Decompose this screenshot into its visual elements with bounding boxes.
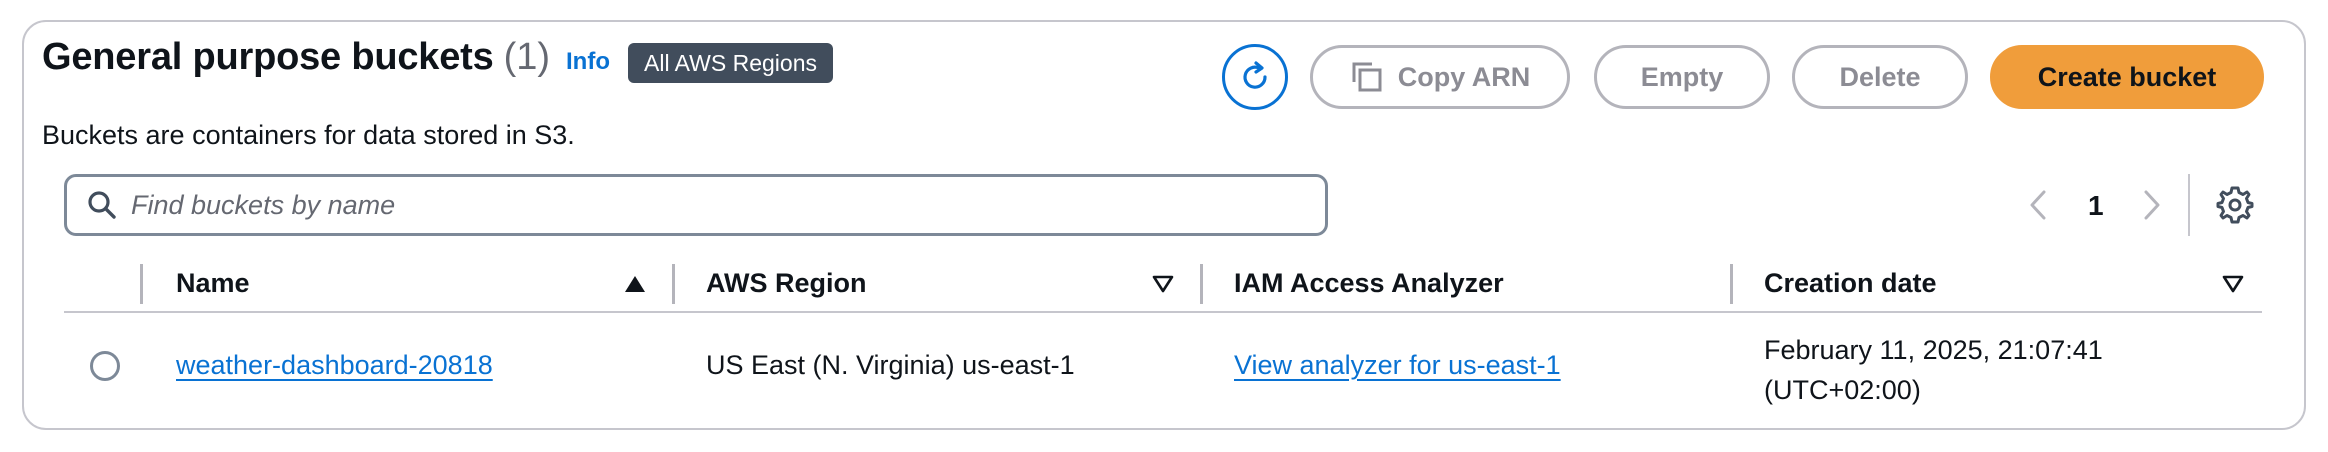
bucket-name-link[interactable]: weather-dashboard-20818 (176, 350, 493, 381)
bucket-count: (1) (503, 36, 551, 78)
column-divider[interactable] (672, 264, 675, 304)
column-divider (140, 264, 143, 304)
page-title: General purpose buckets (42, 36, 494, 78)
chevron-right-icon (2144, 190, 2160, 220)
gear-icon (2216, 186, 2254, 224)
previous-page-button[interactable] (2026, 188, 2050, 227)
create-bucket-button[interactable]: Create bucket (1990, 45, 2264, 109)
region-badge: All AWS Regions (628, 43, 833, 83)
column-header-creation-date[interactable]: Creation date (1764, 268, 1937, 299)
copy-icon (1350, 60, 1384, 94)
pagination-divider (2188, 174, 2190, 236)
table-preferences-button[interactable] (2216, 186, 2254, 229)
delete-button[interactable]: Delete (1792, 45, 1968, 109)
column-header-region[interactable]: AWS Region (706, 268, 867, 299)
page-header: General purpose buckets (1) Info (42, 36, 610, 79)
column-header-name[interactable]: Name (176, 268, 250, 299)
column-header-access-analyzer[interactable]: IAM Access Analyzer (1234, 268, 1504, 299)
refresh-icon (1243, 61, 1267, 89)
sort-ascending-icon[interactable] (624, 275, 646, 293)
search-input[interactable] (131, 189, 1281, 221)
row-select-radio[interactable] (90, 351, 120, 381)
copy-arn-label: Copy ARN (1397, 61, 1531, 92)
page-description: Buckets are containers for data stored i… (42, 120, 575, 150)
sort-descending-icon[interactable] (2222, 275, 2244, 293)
creation-date-timezone: (UTC+02:00) (1764, 375, 1921, 405)
search-icon (87, 190, 117, 220)
copy-arn-button[interactable]: Copy ARN (1310, 45, 1570, 109)
table-header-divider (64, 311, 2262, 313)
creation-date-line: February 11, 2025, 21:07:41 (1764, 335, 2103, 365)
sort-descending-icon[interactable] (1152, 275, 1174, 293)
column-divider[interactable] (1200, 264, 1203, 304)
bucket-creation-date: February 11, 2025, 21:07:41 (UTC+02:00) (1764, 330, 2103, 410)
column-divider[interactable] (1730, 264, 1733, 304)
search-field[interactable] (64, 174, 1328, 236)
bucket-region: US East (N. Virginia) us-east-1 (706, 350, 1075, 380)
next-page-button[interactable] (2140, 188, 2164, 227)
chevron-left-icon (2030, 190, 2046, 220)
current-page-number[interactable]: 1 (2088, 190, 2104, 222)
view-analyzer-link[interactable]: View analyzer for us-east-1 (1234, 350, 1561, 381)
empty-button[interactable]: Empty (1594, 45, 1770, 109)
info-link[interactable]: Info (566, 48, 610, 76)
refresh-button[interactable] (1222, 44, 1288, 110)
